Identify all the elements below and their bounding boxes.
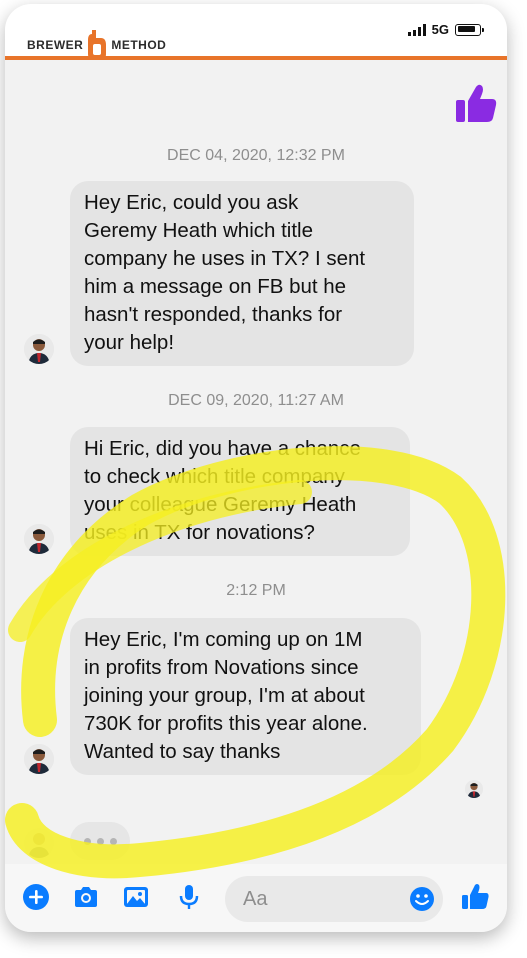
message-timestamp: 2:12 PM bbox=[226, 582, 286, 599]
typing-avatar bbox=[24, 828, 54, 858]
emoji-icon[interactable] bbox=[409, 886, 435, 912]
person-icon bbox=[24, 334, 54, 364]
message-timestamp: DEC 04, 2020, 12:32 PM bbox=[167, 147, 345, 164]
contact-avatar[interactable] bbox=[24, 334, 54, 364]
battery-icon bbox=[455, 23, 484, 36]
read-receipt-avatar bbox=[465, 780, 483, 798]
received-message-bubble[interactable]: Hi Eric, did you have a chance to check … bbox=[70, 427, 410, 556]
typing-indicator bbox=[70, 822, 130, 860]
sent-thumbs-up-icon bbox=[456, 84, 497, 122]
person-icon bbox=[465, 780, 483, 798]
brand-logo-left-text: BREWER bbox=[27, 38, 84, 52]
contact-avatar[interactable] bbox=[24, 744, 54, 774]
message-input[interactable]: Aa bbox=[225, 876, 443, 922]
brand-logo-mark-icon bbox=[88, 30, 107, 60]
received-message-bubble[interactable]: Hey Eric, could you ask Geremy Heath whi… bbox=[70, 181, 414, 366]
person-icon bbox=[24, 744, 54, 774]
signal-icon bbox=[407, 23, 426, 36]
brand-logo: BREWER METHOD bbox=[27, 28, 166, 62]
contact-avatar[interactable] bbox=[24, 524, 54, 554]
thumbs-up-send-icon[interactable] bbox=[460, 882, 490, 912]
microphone-icon[interactable] bbox=[174, 882, 204, 912]
person-icon bbox=[24, 828, 54, 858]
camera-icon[interactable] bbox=[71, 882, 101, 912]
message-timestamp: DEC 09, 2020, 11:27 AM bbox=[168, 392, 344, 409]
phone-frame: BREWER METHOD 5G DEC 04, 2020, 12:32 PM … bbox=[5, 4, 507, 932]
network-label: 5G bbox=[431, 22, 449, 37]
received-message-bubble[interactable]: Hey Eric, I'm coming up on 1M in profits… bbox=[70, 618, 421, 775]
message-input-placeholder: Aa bbox=[243, 888, 268, 910]
brand-logo-right-text: METHOD bbox=[111, 38, 167, 52]
status-bar: BREWER METHOD 5G bbox=[5, 4, 507, 60]
status-indicators: 5G bbox=[407, 22, 484, 37]
photo-icon[interactable] bbox=[121, 882, 151, 912]
person-icon bbox=[24, 524, 54, 554]
add-icon[interactable] bbox=[21, 882, 51, 912]
